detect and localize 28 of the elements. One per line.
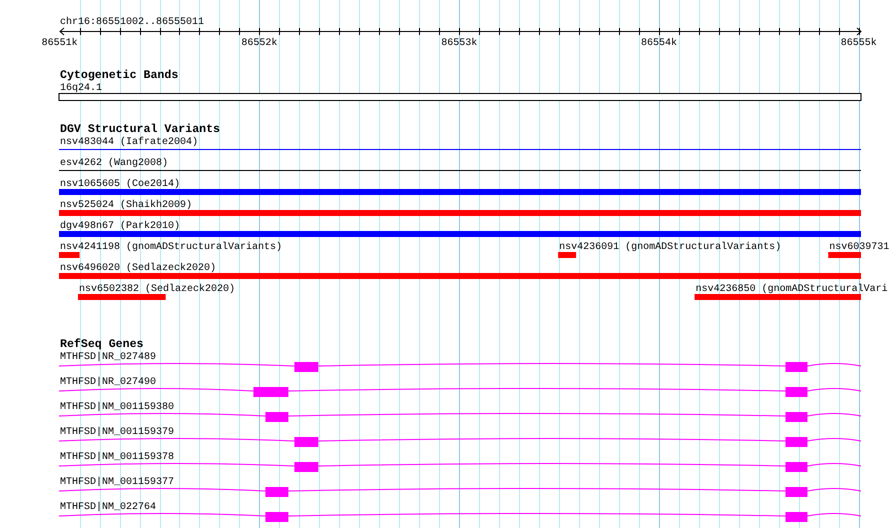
transcript-label: MTHFSD|NM_001159377 <box>60 477 174 488</box>
ruler-tick-label: 86554k <box>641 38 677 49</box>
track-title: DGV Structural Variants <box>60 123 220 136</box>
track-title: RefSeq Genes <box>60 338 144 351</box>
transcript-label: MTHFSD|NM_001159379 <box>60 427 174 438</box>
variant-label: nsv4241198 (gnomADStructuralVariants) <box>60 242 282 253</box>
variant-label: nsv525024 (Shaikh2009) <box>60 200 192 211</box>
variant-label: nsv6502382 (Sedlazeck2020) <box>78 284 235 295</box>
transcript-label: MTHFSD|NR_027489 <box>60 352 156 363</box>
variant-label: nsv4236850 (gnomADStructuralVari <box>696 284 888 295</box>
ruler-title: chr16:86551002..86555011 <box>60 17 204 28</box>
ruler-tick-label: 86552k <box>241 38 278 49</box>
transcript-label: MTHFSD|NM_001159380 <box>60 402 174 413</box>
ruler-tick-label: 86555k <box>840 38 877 49</box>
variant-label: esv4262 (Wang2008) <box>60 158 168 169</box>
transcript-label: MTHFSD|NM_001159378 <box>60 452 174 463</box>
band-label: 16q24.1 <box>60 83 102 94</box>
track-title: Cytogenetic Bands <box>60 69 178 82</box>
variant-label: nsv483044 (Iafrate2004) <box>60 137 198 148</box>
transcript-label: MTHFSD|NR_027490 <box>60 377 156 388</box>
variant-label: nsv1065605 (Coe2014) <box>60 179 180 190</box>
variant-label: nsv6496020 (Sedlazeck2020) <box>60 263 216 274</box>
transcript-label: MTHFSD|NM_022764 <box>60 502 156 513</box>
variant-label: nsv4236091 (gnomADStructuralVariants) <box>559 242 782 253</box>
ruler-tick-label: 86553k <box>441 38 478 49</box>
variant-label: nsv6039731 <box>829 242 890 253</box>
ruler-tick-label: 86551k <box>42 38 78 49</box>
variant-label: dgv498n67 (Park2010) <box>60 221 180 232</box>
